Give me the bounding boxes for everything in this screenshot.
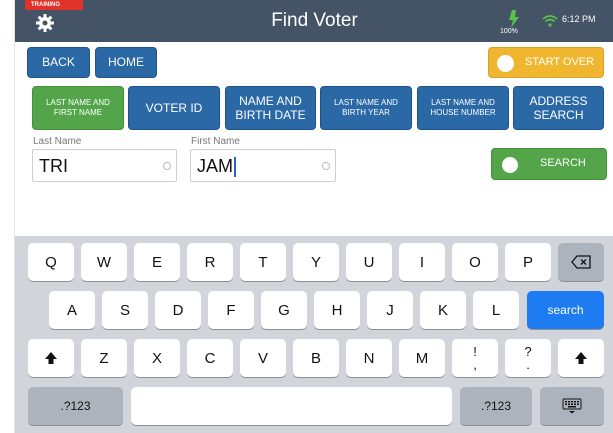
numbers-key-right[interactable]: .?123 bbox=[460, 387, 532, 425]
first-name-value: JAM bbox=[197, 156, 233, 176]
tab-label-line1: NAME AND bbox=[239, 93, 302, 108]
key-n[interactable]: N bbox=[346, 339, 392, 377]
key-v[interactable]: V bbox=[240, 339, 286, 377]
wifi-icon bbox=[542, 15, 558, 27]
key-s[interactable]: S bbox=[102, 291, 148, 329]
tab-label-line2: BIRTH YEAR bbox=[342, 108, 390, 117]
key-b[interactable]: B bbox=[293, 339, 339, 377]
tab-last-name-birth-year[interactable]: LAST NAME AND BIRTH YEAR bbox=[320, 86, 412, 130]
start-over-label: START OVER bbox=[525, 55, 595, 68]
tab-label-line1: ADDRESS bbox=[529, 93, 588, 108]
key-k[interactable]: K bbox=[420, 291, 466, 329]
shift-key-right[interactable] bbox=[558, 339, 604, 377]
key-w[interactable]: W bbox=[81, 243, 127, 281]
start-over-button[interactable]: START OVER bbox=[488, 47, 604, 78]
app-frame: TRAINING Find Voter 100% 6:12 PM BACK HO… bbox=[14, 0, 613, 433]
tab-voter-id[interactable]: VOTER ID bbox=[128, 86, 220, 130]
key-h[interactable]: H bbox=[314, 291, 360, 329]
back-button[interactable]: BACK bbox=[27, 47, 90, 78]
key-i[interactable]: I bbox=[399, 243, 445, 281]
tab-label-line2: FIRST NAME bbox=[53, 108, 103, 117]
top-bar: TRAINING Find Voter 100% 6:12 PM bbox=[15, 0, 613, 42]
last-name-value: TRI bbox=[39, 156, 68, 176]
last-name-field[interactable]: TRI bbox=[32, 149, 177, 182]
tab-label-line1: LAST NAME AND bbox=[431, 98, 495, 108]
key-g[interactable]: G bbox=[261, 291, 307, 329]
key-c[interactable]: C bbox=[187, 339, 233, 377]
tab-label-line2: BIRTH DATE bbox=[235, 108, 306, 122]
search-key[interactable]: search bbox=[527, 291, 604, 329]
search-button[interactable]: SEARCH bbox=[491, 148, 607, 180]
search-icon bbox=[502, 157, 518, 173]
key-t[interactable]: T bbox=[240, 243, 286, 281]
home-button[interactable]: HOME bbox=[95, 47, 157, 78]
tab-last-name-house-number[interactable]: LAST NAME AND HOUSE NUMBER bbox=[417, 86, 509, 130]
tab-name-birth-date[interactable]: NAME AND BIRTH DATE bbox=[225, 86, 316, 130]
key-secondary-char: . bbox=[526, 357, 530, 372]
tab-last-name-first-name[interactable]: LAST NAME AND FIRST NAME bbox=[32, 86, 124, 130]
clear-icon[interactable] bbox=[163, 162, 171, 170]
numbers-key-left[interactable]: .?123 bbox=[28, 387, 123, 425]
refresh-icon bbox=[497, 55, 514, 72]
key-r[interactable]: R bbox=[187, 243, 233, 281]
key-p[interactable]: P bbox=[505, 243, 551, 281]
key-o[interactable]: O bbox=[452, 243, 498, 281]
key-f[interactable]: F bbox=[208, 291, 254, 329]
first-name-label: First Name bbox=[191, 136, 240, 147]
key-m[interactable]: M bbox=[399, 339, 445, 377]
clear-icon[interactable] bbox=[322, 162, 330, 170]
key-l[interactable]: L bbox=[473, 291, 519, 329]
key-question-period[interactable]: ? . bbox=[505, 339, 551, 377]
tab-label-line1: LAST NAME AND bbox=[334, 98, 398, 108]
key-y[interactable]: Y bbox=[293, 243, 339, 281]
key-exclamation-comma[interactable]: ! , bbox=[452, 339, 498, 377]
last-name-label: Last Name bbox=[33, 136, 82, 147]
key-q[interactable]: Q bbox=[28, 243, 74, 281]
shift-icon bbox=[575, 352, 587, 364]
search-button-label: SEARCH bbox=[540, 157, 586, 170]
key-secondary-char: , bbox=[473, 357, 477, 372]
key-j[interactable]: J bbox=[367, 291, 413, 329]
key-u[interactable]: U bbox=[346, 243, 392, 281]
clock: 6:12 PM bbox=[562, 14, 596, 24]
tab-label-line2: HOUSE NUMBER bbox=[430, 108, 496, 117]
backspace-key[interactable] bbox=[558, 243, 604, 281]
hide-keyboard-key[interactable] bbox=[540, 387, 604, 425]
keyboard-icon bbox=[562, 398, 582, 414]
key-d[interactable]: D bbox=[155, 291, 201, 329]
tab-label-line2: SEARCH bbox=[533, 108, 584, 122]
first-name-field[interactable]: JAM bbox=[190, 149, 336, 182]
shift-key-left[interactable] bbox=[28, 339, 74, 377]
tab-label-line1: LAST NAME AND bbox=[46, 98, 110, 108]
key-e[interactable]: E bbox=[134, 243, 180, 281]
tab-address-search[interactable]: ADDRESS SEARCH bbox=[513, 86, 604, 130]
space-key[interactable] bbox=[131, 387, 452, 425]
battery-level: 100% bbox=[500, 28, 518, 35]
key-z[interactable]: Z bbox=[81, 339, 127, 377]
shift-icon bbox=[45, 352, 57, 364]
on-screen-keyboard: Q W E R T Y U I O P A S D F G H J K L se… bbox=[15, 236, 613, 433]
key-a[interactable]: A bbox=[49, 291, 95, 329]
tab-label-line1: VOTER ID bbox=[145, 100, 203, 115]
backspace-icon bbox=[571, 255, 591, 269]
text-cursor bbox=[234, 157, 236, 178]
key-x[interactable]: X bbox=[134, 339, 180, 377]
